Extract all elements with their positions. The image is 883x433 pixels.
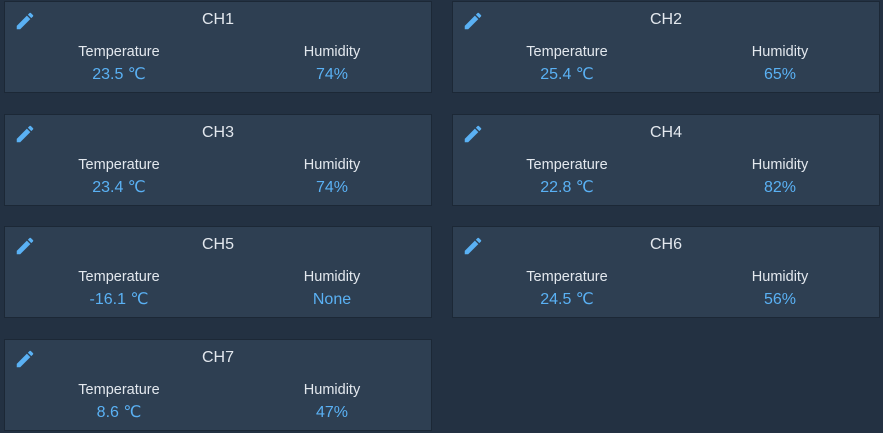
- humidity-label: Humidity: [303, 157, 361, 173]
- humidity-label: Humidity: [303, 44, 361, 60]
- humidity-label: Humidity: [303, 382, 361, 398]
- temperature-reading: Temperature 23.5 ℃: [19, 43, 219, 85]
- humidity-reading: Humidity 65%: [680, 43, 880, 85]
- humidity-label: Humidity: [303, 269, 361, 285]
- channel-card-ch6: CH6 Temperature 24.5 ℃ Humidity 56%: [452, 226, 880, 318]
- temperature-value: 24.5 ℃: [540, 291, 594, 308]
- temperature-reading: Temperature 23.4 ℃: [19, 156, 219, 198]
- channel-card-ch1: CH1 Temperature 23.5 ℃ Humidity 74%: [4, 1, 432, 93]
- temperature-label: Temperature: [78, 157, 160, 173]
- humidity-value: None: [312, 291, 352, 308]
- temperature-value: -16.1 ℃: [89, 291, 149, 308]
- humidity-reading: Humidity 47%: [232, 381, 432, 423]
- humidity-label: Humidity: [751, 157, 809, 173]
- temperature-value: 25.4 ℃: [540, 66, 594, 83]
- temperature-label: Temperature: [526, 157, 608, 173]
- humidity-value: 74%: [315, 66, 349, 83]
- humidity-value: 56%: [763, 291, 797, 308]
- temperature-reading: Temperature 8.6 ℃: [19, 381, 219, 423]
- channel-card-ch3: CH3 Temperature 23.4 ℃ Humidity 74%: [4, 114, 432, 206]
- temperature-label: Temperature: [78, 269, 160, 285]
- channel-card-ch7: CH7 Temperature 8.6 ℃ Humidity 47%: [4, 339, 432, 431]
- humidity-value: 82%: [763, 179, 797, 196]
- humidity-reading: Humidity None: [232, 268, 432, 310]
- humidity-reading: Humidity 74%: [232, 43, 432, 85]
- temperature-value: 23.4 ℃: [92, 179, 146, 196]
- temperature-value: 22.8 ℃: [540, 179, 594, 196]
- humidity-value: 74%: [315, 179, 349, 196]
- temperature-label: Temperature: [526, 44, 608, 60]
- channel-card-ch4: CH4 Temperature 22.8 ℃ Humidity 82%: [452, 114, 880, 206]
- channel-title: CH5: [201, 236, 234, 253]
- humidity-label: Humidity: [751, 44, 809, 60]
- channel-card-ch5: CH5 Temperature -16.1 ℃ Humidity None: [4, 226, 432, 318]
- channel-title: CH4: [649, 124, 682, 141]
- channel-title: CH6: [649, 236, 682, 253]
- temperature-value: 23.5 ℃: [92, 66, 146, 83]
- temperature-reading: Temperature 24.5 ℃: [467, 268, 667, 310]
- temperature-label: Temperature: [78, 382, 160, 398]
- temperature-label: Temperature: [526, 269, 608, 285]
- channel-title: CH2: [649, 11, 682, 28]
- humidity-reading: Humidity 82%: [680, 156, 880, 198]
- temperature-reading: Temperature 25.4 ℃: [467, 43, 667, 85]
- humidity-value: 65%: [763, 66, 797, 83]
- humidity-reading: Humidity 74%: [232, 156, 432, 198]
- humidity-reading: Humidity 56%: [680, 268, 880, 310]
- temperature-reading: Temperature -16.1 ℃: [19, 268, 219, 310]
- temperature-value: 8.6 ℃: [96, 404, 142, 421]
- channel-title: CH7: [201, 349, 234, 366]
- channel-title: CH1: [201, 11, 234, 28]
- channel-card-ch2: CH2 Temperature 25.4 ℃ Humidity 65%: [452, 1, 880, 93]
- temperature-label: Temperature: [78, 44, 160, 60]
- humidity-value: 47%: [315, 404, 349, 421]
- humidity-label: Humidity: [751, 269, 809, 285]
- temperature-reading: Temperature 22.8 ℃: [467, 156, 667, 198]
- channel-title: CH3: [201, 124, 234, 141]
